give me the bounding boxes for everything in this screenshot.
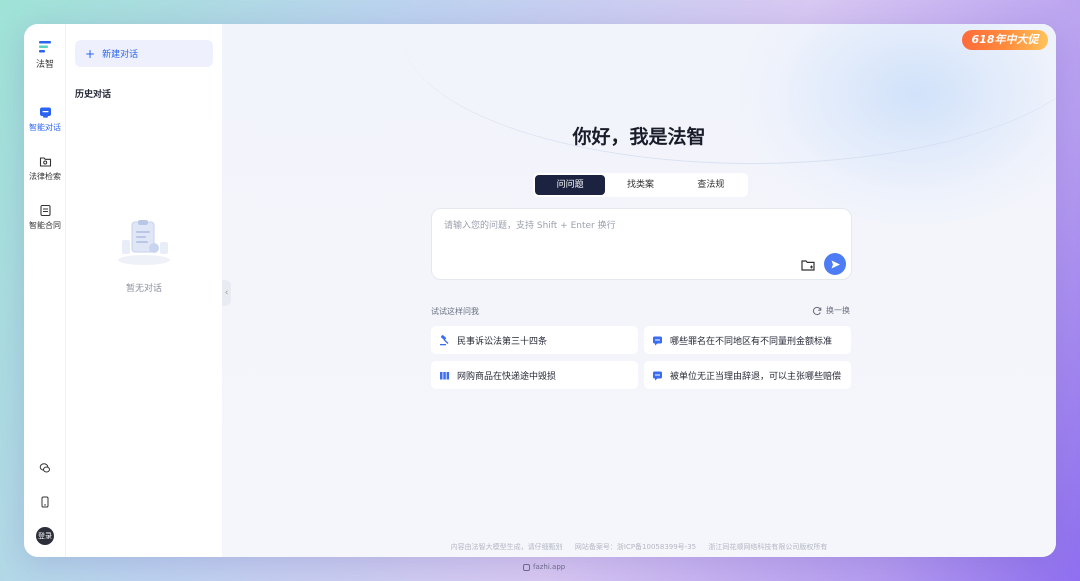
suggestion-label: 网购商品在快递途中毁损 xyxy=(457,371,557,382)
mode-tabs: 问问题 找类案 查法规 xyxy=(533,173,748,197)
refresh-suggestions-button[interactable]: 换一换 xyxy=(812,305,850,316)
rail-item-legal-search[interactable]: 法律检索 xyxy=(24,155,66,182)
send-button[interactable] xyxy=(824,253,846,275)
wechat-icon xyxy=(39,463,50,473)
suggestion-item[interactable]: 网购商品在快递途中毁损 xyxy=(431,361,638,389)
app-window: 法智 智能对话 法律检索 智能合同 登录 + 新建对话 历史对话 暂无对话 ‹ … xyxy=(24,24,1056,557)
page-title: 你好，我是法智 xyxy=(572,126,706,148)
suggestion-label: 被单位无正当理由辞退，可以主张哪些赔偿 xyxy=(670,371,842,382)
folder-search-icon xyxy=(39,157,51,167)
refresh-icon xyxy=(812,306,822,315)
history-panel: + 新建对话 历史对话 暂无对话 xyxy=(66,24,222,557)
upload-file-icon[interactable] xyxy=(800,257,816,273)
promo-badge[interactable]: 618年中大促 xyxy=(962,30,1048,50)
main-area: ‹ 618年中大促 你好，我是法智 问问题 找类案 查法规 试试这样问我 xyxy=(222,24,1056,557)
logo-icon xyxy=(39,41,51,53)
bottom-url: fazhi.app xyxy=(523,563,565,571)
tab-search-laws[interactable]: 查法规 xyxy=(676,175,746,195)
suggestion-label: 民事诉讼法第三十四条 xyxy=(457,336,548,347)
suggestion-item[interactable]: 民事诉讼法第三十四条 xyxy=(431,326,638,354)
new-chat-label: 新建对话 xyxy=(102,50,139,60)
avatar: 登录 xyxy=(36,527,54,545)
tab-find-cases[interactable]: 找类案 xyxy=(605,175,675,195)
footer-copyright: 浙江同花顺网络科技有限公司版权所有 xyxy=(708,543,828,551)
tab-ask-question[interactable]: 问问题 xyxy=(535,175,606,195)
icon-rail: 法智 智能对话 法律检索 智能合同 登录 xyxy=(24,24,66,557)
question-input[interactable] xyxy=(444,218,834,248)
wechat-button[interactable] xyxy=(24,462,66,474)
question-input-box xyxy=(431,208,852,280)
app-logo[interactable]: 法智 xyxy=(24,40,66,70)
footer-icp[interactable]: 网站备案号：浙ICP备10058399号-35 xyxy=(575,543,696,551)
collapse-sidebar-handle[interactable]: ‹ xyxy=(222,280,231,306)
footer-disclaimer: 内容由法智大模型生成，请仔细甄别 xyxy=(450,543,563,551)
phone-icon xyxy=(41,496,49,508)
chat-icon xyxy=(653,371,662,380)
empty-history-text: 暂无对话 xyxy=(125,284,162,294)
suggestion-label: 哪些罪名在不同地区有不同量刑金额标准 xyxy=(670,336,833,347)
suggestions-label: 试试这样问我 xyxy=(431,307,479,316)
rail-item-label: 法律检索 xyxy=(29,172,61,181)
suggestion-item[interactable]: 被单位无正当理由辞退，可以主张哪些赔偿 xyxy=(644,361,851,389)
new-chat-button[interactable]: + 新建对话 xyxy=(75,40,213,67)
login-button[interactable]: 登录 xyxy=(24,527,66,545)
chat-icon xyxy=(39,107,51,118)
mobile-app-button[interactable] xyxy=(24,496,66,508)
rail-item-label: 智能合同 xyxy=(29,221,61,230)
refresh-label: 换一换 xyxy=(826,306,850,315)
bottom-url-text: fazhi.app xyxy=(533,563,566,571)
link-icon xyxy=(523,563,530,571)
rail-item-smart-chat[interactable]: 智能对话 xyxy=(24,106,66,133)
rail-item-smart-contract[interactable]: 智能合同 xyxy=(24,204,66,231)
plus-icon: + xyxy=(85,46,96,61)
chat-icon xyxy=(653,336,662,345)
history-title: 历史对话 xyxy=(75,90,112,100)
gavel-icon xyxy=(440,334,449,345)
rail-item-label: 智能对话 xyxy=(29,123,61,132)
suggestion-item[interactable]: 哪些罪名在不同地区有不同量刑金额标准 xyxy=(644,326,851,354)
contract-icon xyxy=(39,204,51,217)
empty-clipboard-icon xyxy=(118,220,170,265)
send-icon xyxy=(831,260,840,268)
logo-label: 法智 xyxy=(35,60,54,70)
footer: 内容由法智大模型生成，请仔细甄别 网站备案号：浙ICP备10058399号-35… xyxy=(222,542,1056,552)
books-icon xyxy=(440,371,450,379)
